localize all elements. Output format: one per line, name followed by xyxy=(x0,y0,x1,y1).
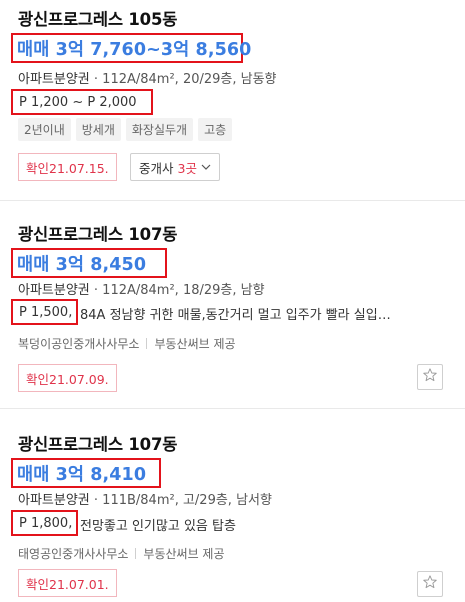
listing-title[interactable]: 광신프로그레스 107동 xyxy=(18,221,177,245)
agent-count-dropdown[interactable]: 중개사 3곳 xyxy=(130,153,220,181)
divider xyxy=(146,338,148,349)
agency-name: 태영공인중개사사무소 xyxy=(18,547,129,561)
listing-card[interactable]: 광신프로그레스 107동 매매 3억 8,410 아파트분양권 · 111B/8… xyxy=(0,408,465,602)
listing-spec: 아파트분양권 · 112A/84m², 18/29층, 남향 xyxy=(18,283,265,298)
star-outline-icon xyxy=(422,367,438,387)
listing-memo: 전망좋고 인기많고 있음 탑층 xyxy=(80,519,236,534)
agent-count: 3곳 xyxy=(177,160,197,176)
price-highlight: 매매 3억 8,410 xyxy=(11,458,161,488)
listing-type: 아파트분양권 xyxy=(18,493,90,508)
listing-source: 태영공인중개사사무소 부동산써브 제공 xyxy=(18,545,225,562)
listing-memo: 84A 정남향 귀한 매물,동간거리 멀고 입주가 빨라 실입… xyxy=(80,308,391,323)
feature-tag: 화장실두개 xyxy=(125,118,194,141)
agency-name: 복덩이공인중개사사무소 xyxy=(18,337,140,351)
premium-highlight: P 1,200 ~ P 2,000 xyxy=(11,89,153,115)
data-provider: 부동산써브 제공 xyxy=(143,547,225,561)
confirm-date-badge: 확인21.07.01. xyxy=(18,569,117,597)
data-provider: 부동산써브 제공 xyxy=(154,337,236,351)
listing-premium: P 1,200 ~ P 2,000 xyxy=(19,94,137,110)
divider xyxy=(135,548,137,559)
confirm-date-badge: 확인21.07.09. xyxy=(18,364,117,392)
listing-card[interactable]: 광신프로그레스 107동 매매 3억 8,450 아파트분양권 · 112A/8… xyxy=(0,200,465,409)
listing-detail: 112A/84m², 20/29층, 남동향 xyxy=(102,72,277,87)
price-highlight: 매매 3억 7,760~3억 8,560 xyxy=(11,33,251,63)
confirm-date-badge: 확인21.07.15. xyxy=(18,153,117,181)
favorite-button[interactable] xyxy=(417,571,443,597)
listing-price: 매매 3억 7,760~3억 8,560 xyxy=(17,39,252,60)
favorite-button[interactable] xyxy=(417,364,443,390)
listing-price: 매매 3억 8,450 xyxy=(17,254,147,275)
listing-spec: 아파트분양권 · 111B/84m², 고/29층, 남서향 xyxy=(18,493,272,508)
feature-tag: 방세개 xyxy=(75,118,121,141)
listing-title[interactable]: 광신프로그레스 105동 xyxy=(18,6,177,30)
feature-tag: 2년이내 xyxy=(18,118,71,141)
listing-type: 아파트분양권 xyxy=(18,283,90,298)
chevron-down-icon xyxy=(201,164,211,170)
listing-detail: 112A/84m², 18/29층, 남향 xyxy=(102,283,265,298)
listing-type: 아파트분양권 xyxy=(18,72,90,87)
listing-price: 매매 3억 8,410 xyxy=(17,464,147,485)
premium-highlight: P 1,500, xyxy=(11,299,78,325)
listing-detail: 111B/84m², 고/29층, 남서향 xyxy=(102,493,272,508)
feature-tag: 고층 xyxy=(198,118,233,141)
feature-tags: 2년이내 방세개 화장실두개 고층 xyxy=(18,118,233,141)
listing-source: 복덩이공인중개사사무소 부동산써브 제공 xyxy=(18,335,236,352)
agent-label: 중개사 xyxy=(139,160,174,176)
listing-spec: 아파트분양권 · 112A/84m², 20/29층, 남동향 xyxy=(18,72,277,87)
price-highlight: 매매 3억 8,450 xyxy=(11,248,167,278)
listing-title[interactable]: 광신프로그레스 107동 xyxy=(18,431,177,455)
listing-premium: P 1,800, xyxy=(19,515,73,531)
premium-highlight: P 1,800, xyxy=(11,510,78,536)
listing-premium: P 1,500, xyxy=(19,304,73,320)
listing-card[interactable]: 광신프로그레스 105동 매매 3억 7,760~3억 8,560 아파트분양권… xyxy=(0,0,465,200)
star-outline-icon xyxy=(422,574,438,594)
